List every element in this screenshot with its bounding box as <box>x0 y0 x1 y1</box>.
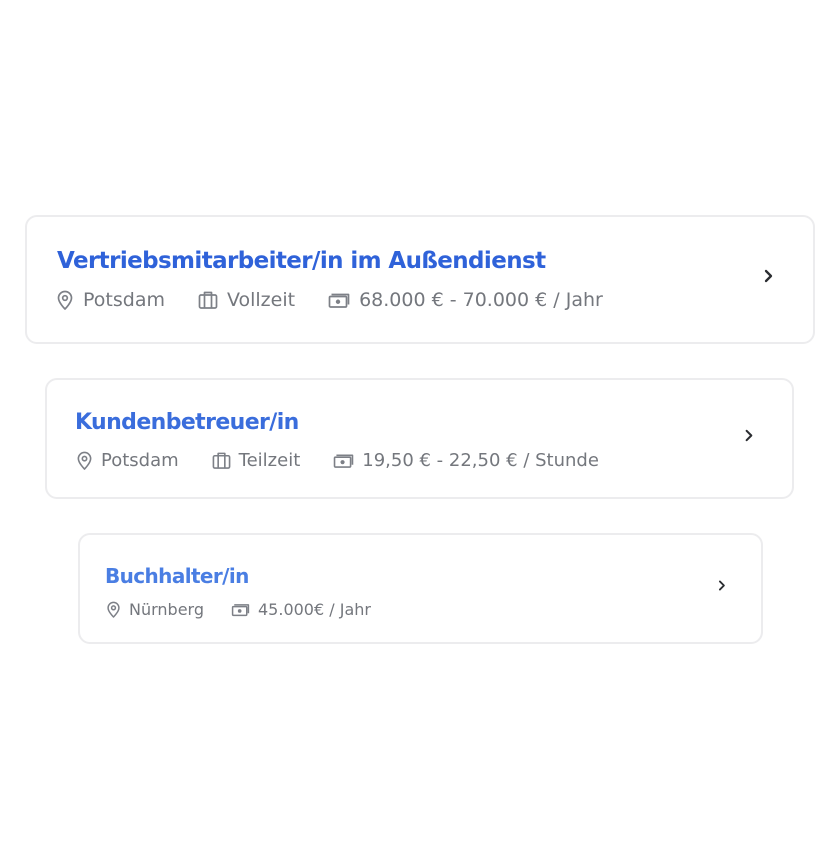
job-location-text: Potsdam <box>83 289 165 311</box>
location-pin-icon <box>106 601 121 618</box>
job-type: Vollzeit <box>198 289 295 311</box>
location-pin-icon <box>76 451 93 470</box>
job-location: Potsdam <box>76 450 179 471</box>
job-salary-text: 19,50 € - 22,50 € / Stunde <box>362 450 599 471</box>
job-meta: Potsdam Vollzeit 68.000 € - 70.000 € / J… <box>56 289 603 311</box>
job-location-text: Potsdam <box>101 450 179 471</box>
job-type: Teilzeit <box>212 450 301 471</box>
job-title[interactable]: Kundenbetreuer/in <box>75 410 299 435</box>
chevron-right-icon[interactable] <box>712 576 730 594</box>
briefcase-icon <box>212 451 231 470</box>
briefcase-icon <box>198 290 218 310</box>
job-title[interactable]: Buchhalter/in <box>105 564 249 588</box>
job-meta: Nürnberg 45.000€ / Jahr <box>106 600 371 619</box>
job-type-text: Teilzeit <box>238 450 301 471</box>
job-card[interactable]: Vertriebsmitarbeiter/in im Außendienst P… <box>25 215 815 344</box>
job-salary-text: 68.000 € - 70.000 € / Jahr <box>359 289 603 311</box>
job-salary-text: 45.000€ / Jahr <box>258 600 371 619</box>
job-location-text: Nürnberg <box>129 600 204 619</box>
job-title[interactable]: Vertriebsmitarbeiter/in im Außendienst <box>57 248 546 274</box>
banknote-icon <box>231 602 250 617</box>
chevron-right-icon[interactable] <box>757 265 779 287</box>
job-card[interactable]: Buchhalter/in Nürnberg 45.000€ / Jahr <box>78 533 763 644</box>
banknote-icon <box>333 452 354 469</box>
job-meta: Potsdam Teilzeit 19,50 € - 22,50 € / Stu… <box>76 450 599 471</box>
job-salary: 45.000€ / Jahr <box>231 600 371 619</box>
location-pin-icon <box>56 290 74 310</box>
job-card[interactable]: Kundenbetreuer/in Potsdam Teilzeit 19,50… <box>45 378 794 499</box>
job-type-text: Vollzeit <box>226 289 296 311</box>
job-salary: 68.000 € - 70.000 € / Jahr <box>328 289 603 311</box>
job-salary: 19,50 € - 22,50 € / Stunde <box>333 450 599 471</box>
chevron-right-icon[interactable] <box>738 425 758 445</box>
job-location: Nürnberg <box>106 600 204 619</box>
banknote-icon <box>328 291 350 309</box>
job-location: Potsdam <box>56 289 165 311</box>
